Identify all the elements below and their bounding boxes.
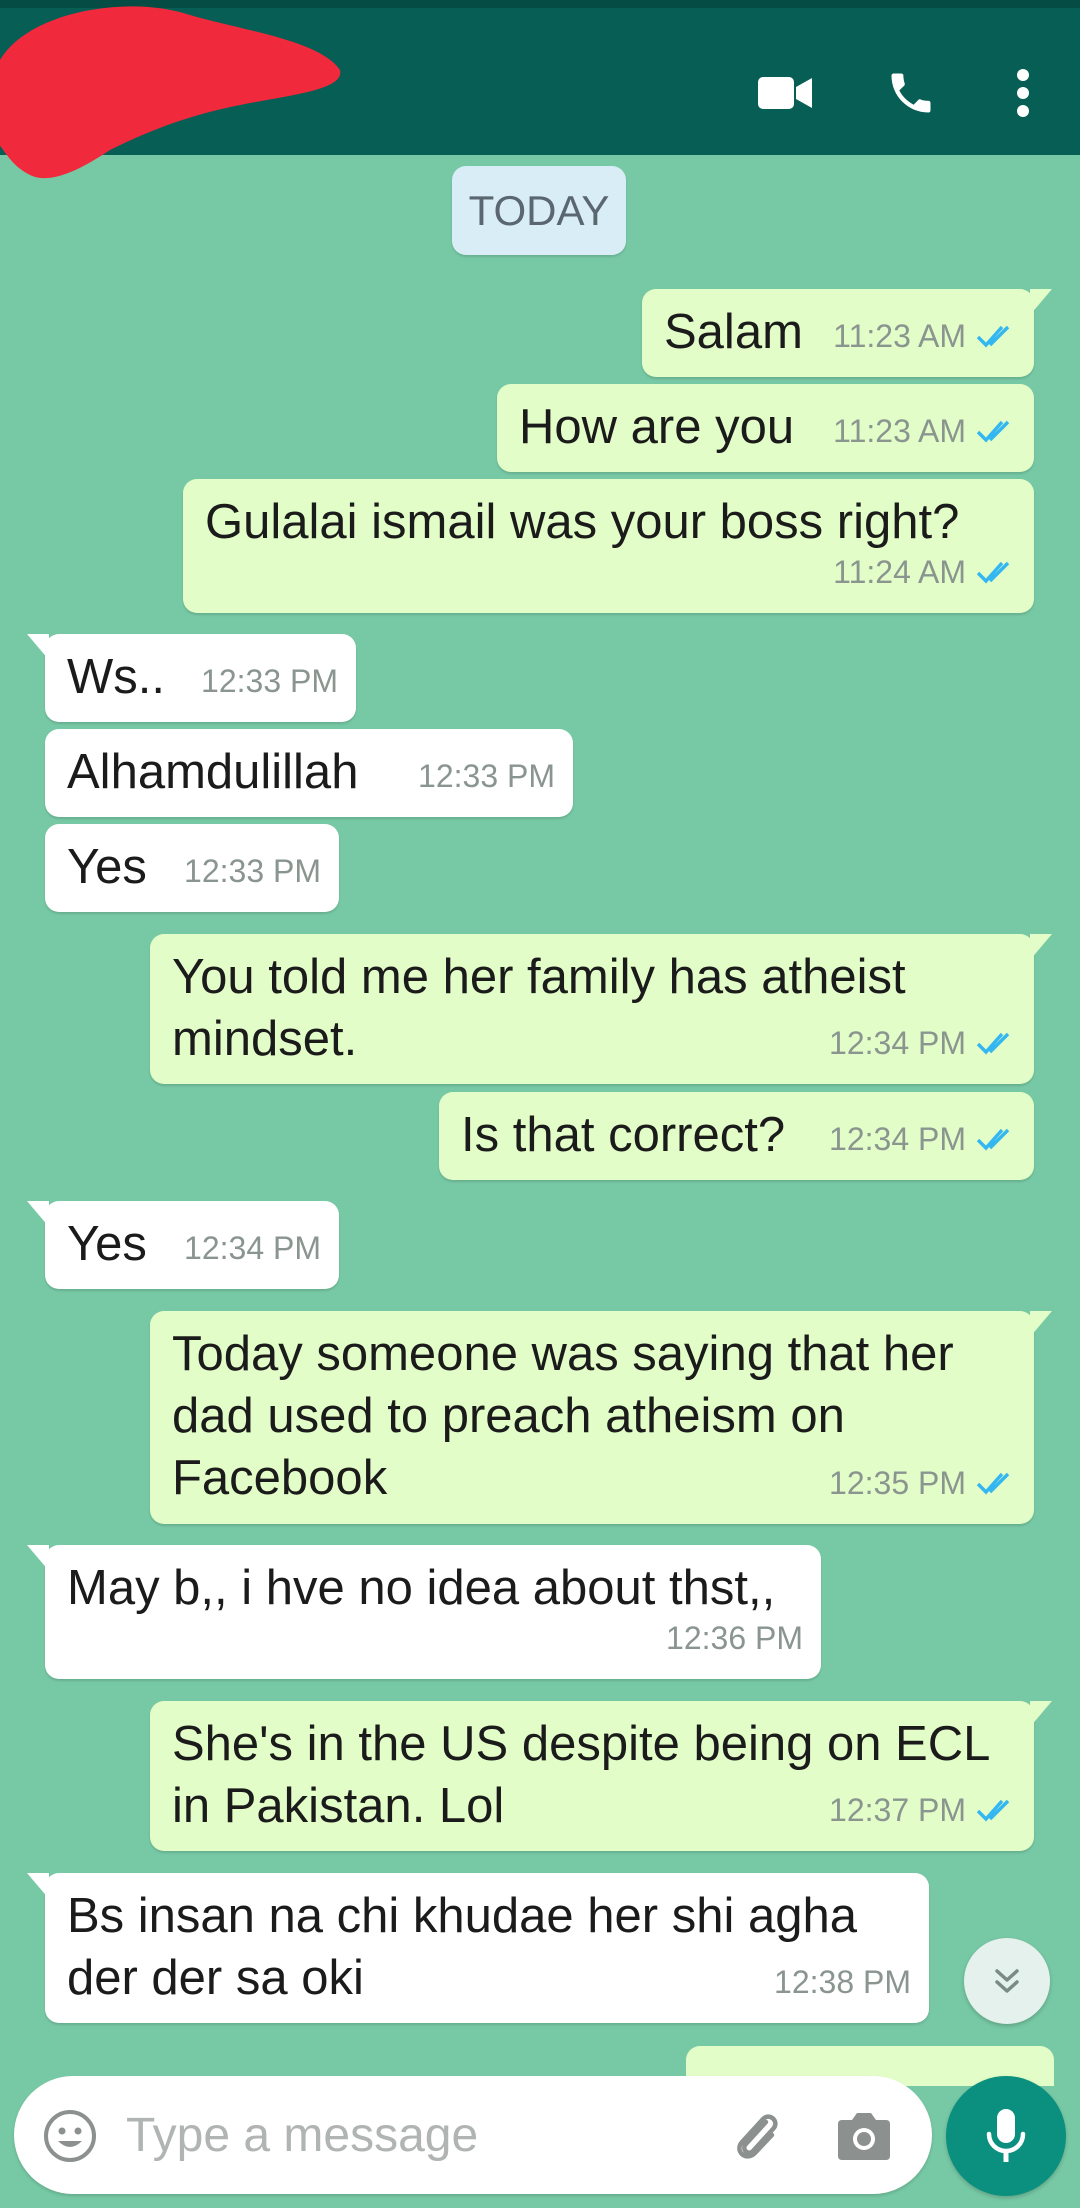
message-text: Salam bbox=[664, 305, 803, 359]
read-receipt-icon bbox=[976, 561, 1010, 584]
redaction-scribble bbox=[0, 6, 341, 179]
message-text: Bs insan na chi khudae her shi agha der … bbox=[67, 1889, 857, 2005]
message-time: 12:34 PM bbox=[829, 1025, 966, 1061]
video-call-icon[interactable] bbox=[750, 58, 820, 128]
message-text: Is that correct? bbox=[461, 1108, 786, 1162]
more-options-icon[interactable] bbox=[988, 58, 1058, 128]
message-bubble-incoming[interactable]: Bs insan na chi khudae her shi agha der … bbox=[27, 1873, 929, 2023]
message-bubble-outgoing[interactable]: Gulalai ismail was your boss right? 11:2… bbox=[183, 479, 1034, 613]
message-time: 12:34 PM bbox=[184, 1230, 321, 1266]
message-bubble-outgoing[interactable]: How are you 11:23 AM bbox=[497, 384, 1034, 472]
message-bubble-incoming[interactable]: Yes 12:33 PM bbox=[45, 824, 339, 912]
voice-call-icon[interactable] bbox=[876, 58, 946, 128]
message-input[interactable] bbox=[126, 2104, 686, 2166]
message-time: 12:37 PM bbox=[829, 1792, 966, 1828]
message-time: 11:23 AM bbox=[833, 318, 966, 354]
message-bubble-incoming[interactable]: Yes 12:34 PM bbox=[27, 1201, 339, 1289]
message-time: 12:35 PM bbox=[829, 1465, 966, 1501]
message-time: 12:36 PM bbox=[666, 1620, 803, 1656]
message-composer bbox=[14, 2076, 932, 2194]
message-text: Yes bbox=[67, 840, 147, 894]
read-receipt-icon bbox=[976, 1128, 1010, 1151]
message-bubble-outgoing[interactable]: Is that correct? 12:34 PM bbox=[439, 1092, 1034, 1180]
message-time: 11:24 AM bbox=[833, 554, 966, 590]
microphone-icon bbox=[986, 2109, 1026, 2162]
scroll-to-bottom-button[interactable] bbox=[964, 1938, 1050, 2024]
message-time: 12:34 PM bbox=[829, 1121, 966, 1157]
message-bubble-outgoing[interactable]: You told me her family has atheist minds… bbox=[150, 934, 1052, 1084]
read-receipt-icon bbox=[976, 1799, 1010, 1822]
message-text: Yes bbox=[67, 1217, 147, 1271]
attach-icon[interactable] bbox=[726, 2106, 786, 2166]
read-receipt-icon bbox=[976, 1472, 1010, 1495]
voice-message-button[interactable] bbox=[946, 2076, 1066, 2196]
message-bubble-incoming[interactable]: Ws.. 12:33 PM bbox=[27, 634, 356, 722]
read-receipt-icon bbox=[976, 420, 1010, 443]
message-bubble-incoming[interactable]: Alhamdulillah 12:33 PM bbox=[45, 729, 573, 817]
message-time: 12:33 PM bbox=[201, 663, 338, 699]
message-bubble-outgoing[interactable]: She's in the US despite being on ECL in … bbox=[150, 1701, 1052, 1851]
message-time: 11:23 AM bbox=[833, 413, 966, 449]
emoji-icon[interactable] bbox=[42, 2108, 98, 2164]
read-receipt-icon bbox=[976, 325, 1010, 348]
message-text: How are you bbox=[519, 400, 795, 454]
message-bubble-outgoing[interactable]: Today someone was saying that her dad us… bbox=[150, 1311, 1052, 1524]
read-receipt-icon bbox=[976, 1032, 1010, 1055]
message-bubble-outgoing[interactable]: Salam 11:23 AM bbox=[642, 289, 1052, 377]
message-time: 12:38 PM bbox=[774, 1964, 911, 2000]
message-text: Ws.. bbox=[67, 650, 165, 704]
message-time: 12:33 PM bbox=[184, 853, 321, 889]
double-chevron-down-icon bbox=[995, 1969, 1019, 1993]
camera-icon[interactable] bbox=[836, 2110, 892, 2162]
message-text: Alhamdulillah bbox=[67, 745, 359, 799]
message-bubble-incoming[interactable]: May b,, i hve no idea about thst,, 12:36… bbox=[27, 1545, 821, 1679]
message-time: 12:33 PM bbox=[418, 758, 555, 794]
day-divider-chip: TODAY bbox=[452, 166, 626, 255]
